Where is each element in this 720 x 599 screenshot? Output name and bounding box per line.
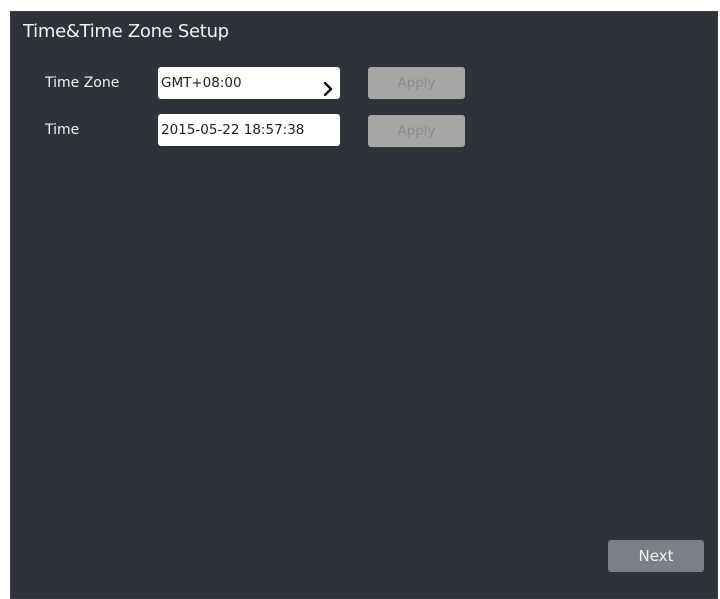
time-label: Time bbox=[45, 122, 80, 138]
time-zone-setup-dialog: Time&Time Zone Setup Time Zone GMT+08:00… bbox=[10, 11, 718, 599]
time-zone-apply-button[interactable]: Apply bbox=[368, 67, 465, 99]
time-value: 2015-05-22 18:57:38 bbox=[161, 122, 305, 138]
time-input[interactable]: 2015-05-22 18:57:38 bbox=[158, 114, 340, 146]
time-zone-value: GMT+08:00 bbox=[161, 75, 242, 91]
time-zone-label: Time Zone bbox=[45, 75, 120, 91]
time-apply-button[interactable]: Apply bbox=[368, 115, 465, 147]
chevron-right-icon bbox=[323, 76, 334, 97]
dialog-title: Time&Time Zone Setup bbox=[23, 21, 229, 42]
next-button[interactable]: Next bbox=[608, 540, 704, 572]
time-zone-select[interactable]: GMT+08:00 bbox=[158, 67, 340, 99]
